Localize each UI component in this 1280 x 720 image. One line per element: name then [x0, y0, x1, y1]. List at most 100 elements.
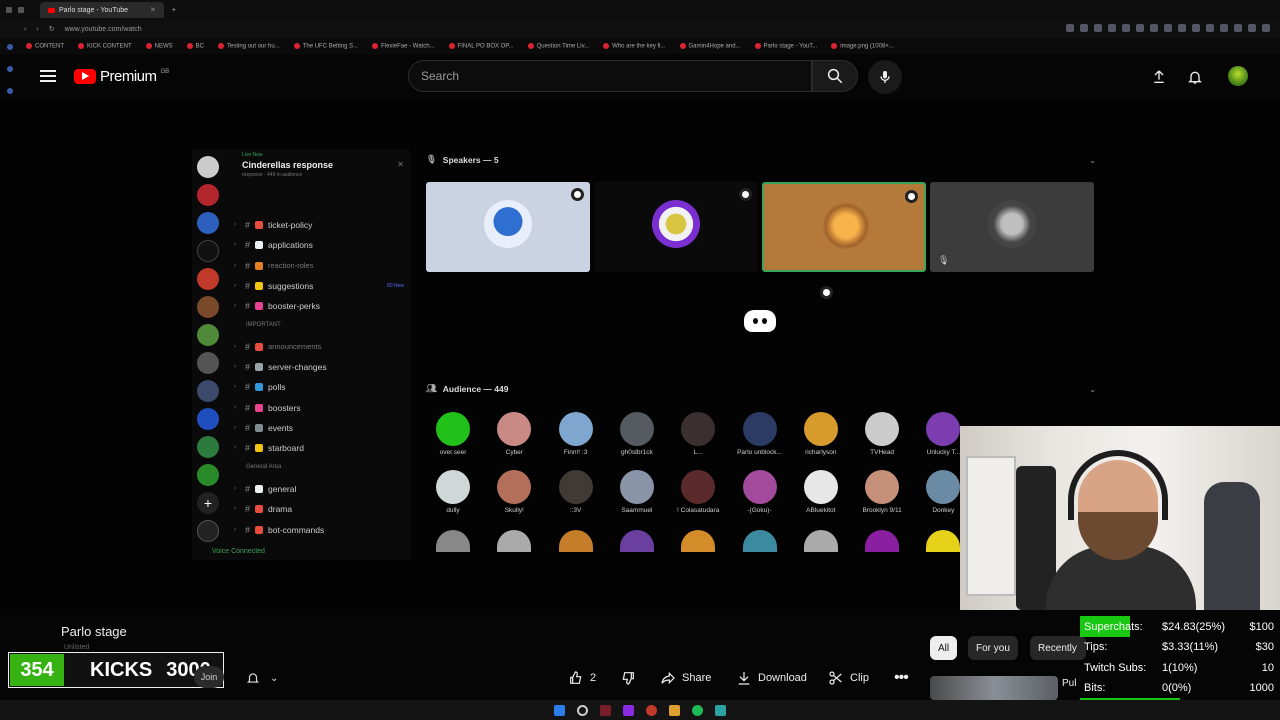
audience-member[interactable] — [670, 530, 726, 552]
server-icon[interactable] — [197, 352, 219, 374]
audience-member[interactable]: Brooklyn 9/11 — [854, 470, 910, 514]
back-icon[interactable]: ‹ — [24, 26, 26, 33]
extension-icon[interactable] — [1164, 24, 1172, 32]
server-icon[interactable] — [197, 380, 219, 402]
channel-item[interactable]: › # general — [232, 480, 410, 498]
server-icon[interactable] — [197, 184, 219, 206]
bookmark-item[interactable]: Parlo stage - YouT... — [754, 42, 817, 49]
audience-member[interactable]: dully — [425, 470, 481, 514]
server-icon[interactable] — [197, 296, 219, 318]
taskbar-app-icon[interactable] — [600, 704, 611, 716]
bookmark-item[interactable]: FlexieFae - Watch... — [372, 42, 435, 49]
channel-item[interactable]: › # starboard — [232, 439, 410, 457]
file-explorer-icon[interactable] — [669, 704, 680, 716]
spotify-icon[interactable] — [692, 704, 703, 716]
extension-icon[interactable] — [1108, 24, 1116, 32]
chip-all[interactable]: All — [930, 636, 958, 660]
dislike-button[interactable] — [610, 664, 646, 692]
bookmark-item[interactable]: Who are the key fi... — [603, 42, 666, 49]
channel-category[interactable]: General Area — [246, 464, 281, 470]
subscription-bell-button[interactable]: ⌄ — [240, 666, 290, 690]
extension-icon[interactable] — [1262, 24, 1270, 32]
search-box[interactable] — [408, 60, 812, 92]
speaker-tile-speaking[interactable] — [762, 182, 926, 272]
audience-member[interactable] — [793, 530, 849, 552]
menu-icon[interactable] — [40, 70, 56, 82]
bookmark-item[interactable]: NEWS — [145, 42, 173, 49]
bookmark-item[interactable]: Testing out our hu... — [218, 42, 280, 49]
download-button[interactable]: Download — [726, 664, 817, 692]
extension-icon[interactable] — [1094, 24, 1102, 32]
video-player[interactable]: + Live Now Cinderellas response response… — [0, 100, 1280, 610]
forward-icon[interactable]: › — [36, 26, 38, 33]
channel-item[interactable]: › # server-changes — [232, 358, 410, 376]
channel-item[interactable]: › # ticket-policy — [232, 216, 410, 234]
clip-button[interactable]: Clip — [818, 664, 879, 692]
chevron-down-icon[interactable]: ⌄ — [1089, 156, 1096, 165]
audience-member[interactable] — [732, 530, 788, 552]
audience-member[interactable]: Parlo unblock... — [732, 412, 788, 456]
close-icon[interactable]: ✕ — [397, 160, 404, 169]
server-icon[interactable] — [197, 436, 219, 458]
bookmark-item[interactable]: Gamin4Hope and... — [679, 42, 741, 49]
channel-item[interactable]: › # announcements — [232, 338, 410, 356]
extension-icon[interactable] — [1192, 24, 1200, 32]
recommended-video-thumbnail[interactable] — [930, 676, 1058, 700]
channel-category[interactable]: IMPORTANT — [246, 322, 281, 328]
speaker-tile[interactable]: 🎙︎ — [930, 182, 1094, 272]
audience-member[interactable] — [854, 530, 910, 552]
audience-member[interactable]: TVHead — [854, 412, 910, 456]
channel-item[interactable]: › # drama — [232, 500, 410, 518]
audience-member[interactable] — [609, 530, 665, 552]
speaker-tile[interactable] — [426, 182, 590, 272]
server-icon[interactable] — [197, 324, 219, 346]
bookmark-item[interactable]: CONTENT — [26, 42, 64, 49]
audience-member[interactable] — [548, 530, 604, 552]
chip-recently[interactable]: Recently — [1030, 636, 1086, 660]
channel-item[interactable]: › # suggestions 80 New — [232, 277, 410, 295]
server-icon[interactable] — [197, 212, 219, 234]
extension-icon[interactable] — [1248, 24, 1256, 32]
audience-member[interactable]: ! Colasatudara — [670, 470, 726, 514]
audience-member[interactable]: ::3V — [548, 470, 604, 514]
chevron-down-icon[interactable]: ⌄ — [1089, 385, 1096, 394]
audience-member[interactable]: Saammuel — [609, 470, 665, 514]
extension-icon[interactable] — [1220, 24, 1228, 32]
search-icon[interactable] — [577, 704, 588, 716]
explore-servers-icon[interactable] — [197, 520, 219, 542]
new-tab-button[interactable]: + — [164, 2, 184, 18]
browser-tab-active[interactable]: Parlo stage - YouTube ✕ — [40, 2, 164, 18]
extension-icon[interactable] — [1178, 24, 1186, 32]
audience-member[interactable] — [486, 530, 542, 552]
channel-item[interactable]: › # polls — [232, 378, 410, 396]
extension-icon[interactable] — [1122, 24, 1130, 32]
recommended-video-title[interactable]: Pul — [1062, 678, 1076, 689]
channel-item[interactable]: › # applications — [232, 236, 410, 254]
channel-item[interactable]: › # reaction-roles — [232, 257, 410, 275]
chip-for-you[interactable]: For you — [968, 636, 1018, 660]
audience-member[interactable]: gh0stbr1ck — [609, 412, 665, 456]
add-server-icon[interactable]: + — [197, 492, 219, 514]
server-icon[interactable] — [197, 240, 219, 262]
server-icon[interactable] — [197, 268, 219, 290]
audience-member[interactable]: over.seer — [425, 412, 481, 456]
youtube-premium-logo[interactable]: Premium GB — [74, 68, 169, 85]
bookmark-item[interactable]: image.png (1008×... — [831, 42, 894, 49]
extension-icon[interactable] — [1206, 24, 1214, 32]
taskbar-app-icon[interactable] — [646, 704, 657, 716]
url-text[interactable]: www.youtube.com/watch — [65, 26, 142, 33]
bookmark-item[interactable]: Question Time Liv... — [527, 42, 589, 49]
speaker-tile[interactable] — [594, 182, 758, 272]
extension-icon[interactable] — [1150, 24, 1158, 32]
extension-icon[interactable] — [1234, 24, 1242, 32]
audience-member[interactable]: Cyber — [486, 412, 542, 456]
audience-member[interactable]: L... — [670, 412, 726, 456]
audience-member[interactable]: -(Goku)- — [732, 470, 788, 514]
channel-item[interactable]: › # events — [232, 419, 410, 437]
bookmark-item[interactable]: FINAL PO BOX OP... — [448, 42, 514, 49]
search-input[interactable] — [421, 69, 781, 83]
share-button[interactable]: Share — [650, 664, 721, 692]
join-button[interactable]: Join — [194, 666, 224, 688]
channel-item[interactable]: › # booster-perks — [232, 297, 410, 315]
search-button[interactable] — [812, 60, 858, 92]
